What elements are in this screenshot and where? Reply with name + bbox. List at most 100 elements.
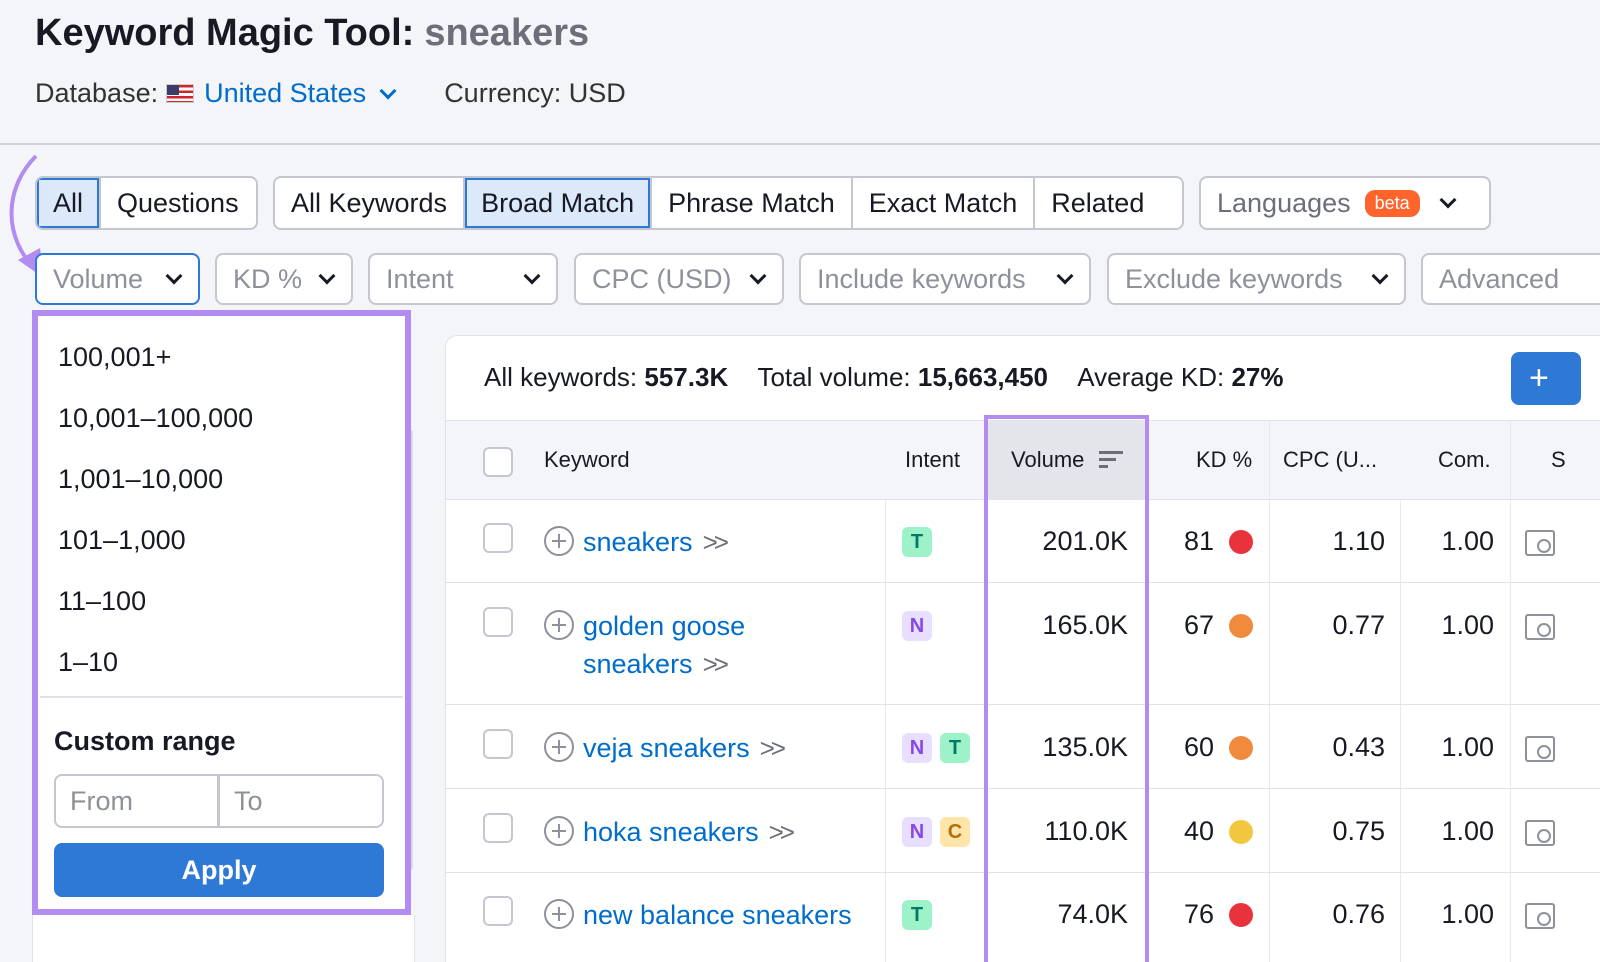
volume-column-highlight — [984, 415, 1149, 962]
add-keyword-icon[interactable] — [544, 899, 574, 929]
competition-value: 1.00 — [1441, 526, 1494, 556]
competition-value: 1.00 — [1441, 610, 1494, 640]
select-all-checkbox[interactable] — [483, 447, 513, 477]
kd-filter[interactable]: KD % — [215, 253, 353, 305]
chevron-down-icon — [1371, 267, 1389, 285]
filter-label: Advanced — [1439, 263, 1560, 294]
volume-dropdown-menu: 100,001+ 10,001–100,000 1,001–10,000 101… — [32, 310, 411, 915]
kd-difficulty-dot — [1229, 530, 1253, 554]
kd-difficulty-dot — [1229, 614, 1253, 638]
competition-value: 1.00 — [1441, 899, 1494, 929]
col-kd[interactable]: KD % — [1196, 447, 1252, 473]
volume-filter[interactable]: Volume — [35, 253, 200, 305]
tab-related[interactable]: Related — [1035, 178, 1160, 228]
serp-preview-icon[interactable] — [1525, 530, 1555, 556]
col-keyword[interactable]: Keyword — [544, 447, 630, 473]
col-intent[interactable]: Intent — [905, 447, 960, 473]
filter-label: CPC (USD) — [592, 263, 732, 294]
beta-badge: beta — [1364, 189, 1420, 217]
add-to-list-button[interactable]: + — [1511, 352, 1581, 405]
currency-label: Currency: USD — [444, 78, 626, 108]
double-chevron-icon[interactable]: >> — [703, 527, 729, 557]
serp-preview-icon[interactable] — [1525, 903, 1555, 929]
keyword-link[interactable]: veja sneakers >> — [583, 729, 786, 767]
database-country: United States — [204, 78, 367, 108]
row-checkbox[interactable] — [483, 729, 513, 759]
chevron-down-icon — [749, 267, 767, 285]
apply-button[interactable]: Apply — [54, 843, 384, 897]
range-to-input[interactable]: To — [218, 774, 384, 828]
filter-label: KD % — [233, 263, 303, 294]
volume-option[interactable]: 1–10 — [58, 647, 118, 678]
double-chevron-icon[interactable]: >> — [769, 817, 795, 847]
volume-option[interactable]: 10,001–100,000 — [58, 403, 253, 434]
tab-all-keywords[interactable]: All Keywords — [275, 178, 466, 228]
competition-value: 1.00 — [1441, 732, 1494, 762]
column-divider — [885, 500, 886, 962]
col-serp[interactable]: S — [1551, 447, 1566, 473]
add-keyword-icon[interactable] — [544, 610, 574, 640]
database-selector[interactable]: United States — [166, 78, 397, 109]
volume-option[interactable]: 100,001+ — [58, 342, 171, 373]
include-keywords-filter[interactable]: Include keywords — [799, 253, 1091, 305]
chevron-down-icon — [165, 267, 183, 285]
add-keyword-icon[interactable] — [544, 816, 574, 846]
tab-phrase-match[interactable]: Phrase Match — [652, 178, 853, 228]
us-flag-icon — [166, 84, 195, 103]
search-query: sneakers — [424, 12, 590, 54]
double-chevron-icon[interactable]: >> — [703, 649, 729, 679]
page-header: Keyword Magic Tool: sneakers Database: Un… — [0, 0, 1600, 145]
custom-range-label: Custom range — [54, 726, 236, 756]
filter-label: Exclude keywords — [1125, 263, 1343, 294]
volume-option[interactable]: 11–100 — [58, 586, 146, 617]
intent-navigational-badge: N — [902, 817, 932, 847]
serp-preview-icon[interactable] — [1525, 820, 1555, 846]
tab-exact-match[interactable]: Exact Match — [853, 178, 1036, 228]
kd-difficulty-dot — [1229, 820, 1253, 844]
column-divider — [1400, 500, 1401, 962]
kd-difficulty-dot — [1229, 903, 1253, 927]
intent-transactional-badge: T — [940, 733, 970, 763]
keyword-link[interactable]: golden goose sneakers >> — [583, 607, 745, 683]
column-divider — [1510, 420, 1511, 962]
kd-value: 76 — [1183, 899, 1214, 929]
languages-dropdown[interactable]: Languages beta — [1199, 176, 1491, 230]
double-chevron-icon[interactable]: >> — [760, 733, 786, 763]
tab-questions[interactable]: Questions — [101, 178, 255, 228]
row-checkbox[interactable] — [483, 813, 513, 843]
intent-navigational-badge: N — [902, 733, 932, 763]
col-competition[interactable]: Com. — [1438, 447, 1491, 473]
add-keyword-icon[interactable] — [544, 526, 574, 556]
row-checkbox[interactable] — [483, 523, 513, 553]
serp-preview-icon[interactable] — [1525, 736, 1555, 762]
advanced-filters[interactable]: Advanced — [1421, 253, 1600, 305]
add-keyword-icon[interactable] — [544, 732, 574, 762]
col-cpc[interactable]: CPC (U... — [1283, 447, 1377, 473]
column-divider — [1269, 420, 1270, 962]
kd-value: 60 — [1183, 732, 1214, 762]
keyword-link[interactable]: sneakers >> — [583, 523, 729, 561]
dropdown-divider — [40, 696, 403, 698]
chevron-down-icon — [318, 267, 336, 285]
total-volume-label: Total volume: — [757, 362, 911, 392]
tool-name: Keyword Magic Tool: — [35, 12, 415, 54]
serp-preview-icon[interactable] — [1525, 614, 1555, 640]
row-checkbox[interactable] — [483, 896, 513, 926]
keyword-link[interactable]: hoka sneakers >> — [583, 813, 795, 851]
cpc-filter[interactable]: CPC (USD) — [574, 253, 784, 305]
volume-option[interactable]: 101–1,000 — [58, 525, 186, 556]
range-from-input[interactable]: From — [54, 774, 219, 828]
row-checkbox[interactable] — [483, 607, 513, 637]
tab-all[interactable]: All — [37, 178, 101, 228]
cpc-value: 0.43 — [1332, 732, 1385, 762]
volume-option[interactable]: 1,001–10,000 — [58, 464, 223, 495]
intent-filter[interactable]: Intent — [368, 253, 558, 305]
cpc-value: 0.75 — [1332, 816, 1385, 846]
exclude-keywords-filter[interactable]: Exclude keywords — [1107, 253, 1406, 305]
competition-value: 1.00 — [1441, 816, 1494, 846]
tab-broad-match[interactable]: Broad Match — [465, 178, 653, 228]
intent-transactional-badge: T — [902, 900, 932, 930]
keyword-link[interactable]: new balance sneakers — [583, 896, 852, 934]
question-filter-tabs: All Questions — [35, 176, 258, 230]
chevron-down-icon — [523, 267, 541, 285]
